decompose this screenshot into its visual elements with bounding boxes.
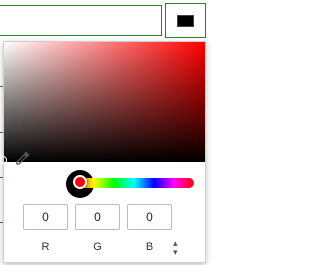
green-input[interactable]: 0 [75, 204, 120, 230]
current-color-chip [177, 15, 194, 27]
blue-label: B [145, 241, 154, 253]
red-input[interactable]: 0 [23, 204, 68, 230]
hue-slider[interactable] [74, 178, 194, 188]
green-label: G [93, 241, 102, 253]
color-swatch-button[interactable] [165, 3, 206, 38]
color-picker-popup: 0 0 0 R G B ▴ ▾ [0, 41, 206, 263]
chevron-up-down-icon[interactable]: ▴ ▾ [173, 239, 178, 257]
hue-slider-thumb[interactable] [73, 175, 87, 189]
eyedropper-icon[interactable] [14, 149, 32, 167]
saturation-value-area[interactable] [4, 42, 205, 162]
color-text-field[interactable] [0, 5, 162, 36]
blue-input[interactable]: 0 [127, 204, 172, 230]
red-label: R [41, 241, 50, 253]
saturation-handle[interactable] [0, 156, 7, 164]
